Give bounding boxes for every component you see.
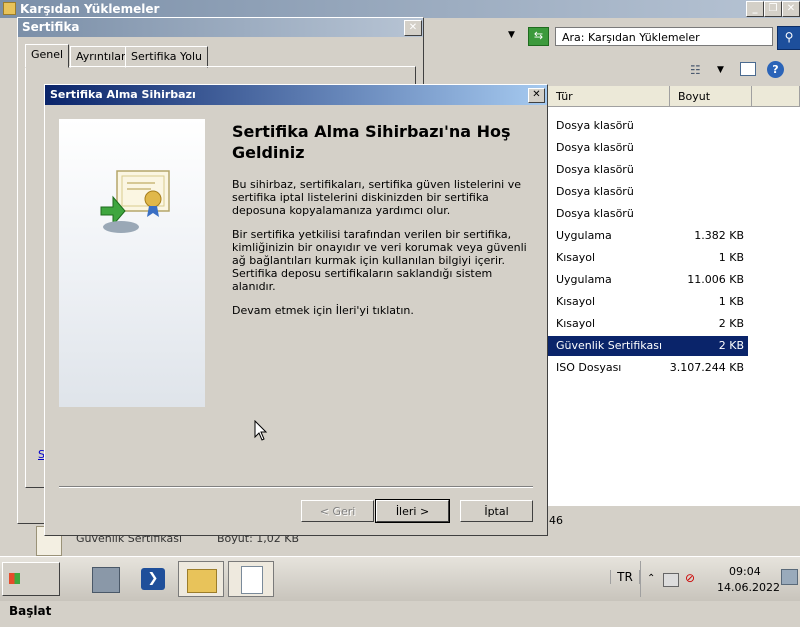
powershell-icon: ❯	[141, 568, 165, 590]
wizard-close-button[interactable]: ✕	[528, 88, 545, 103]
tab-genel[interactable]: Genel	[25, 44, 70, 68]
clock-date[interactable]: 14.06.2022	[717, 581, 780, 594]
file-type: Kısayol	[556, 295, 596, 308]
taskbar-powershell[interactable]: ❯	[130, 561, 176, 597]
windows-logo-icon	[9, 573, 20, 584]
file-size: 11.006 KB	[687, 273, 744, 286]
taskbar: Başlat ❯ TR ⌃ ⊘ 09:04 14.06.2022	[0, 556, 800, 618]
file-type: Güvenlik Sertifikası	[556, 339, 662, 352]
status-count-fragment: 46	[549, 514, 563, 527]
certificate-title: Sertifika	[22, 20, 80, 34]
wizard-title-bar[interactable]: Sertifika Alma Sihirbazı ✕	[45, 85, 547, 105]
server-manager-icon	[92, 567, 120, 593]
clock-time[interactable]: 09:04	[729, 565, 761, 578]
folder-icon	[3, 2, 16, 15]
file-row[interactable]: Dosya klasörü	[548, 138, 748, 158]
file-type: Kısayol	[556, 317, 596, 330]
tab-ayrintilar[interactable]: Ayrıntılar	[70, 46, 132, 68]
file-type: Dosya klasörü	[556, 141, 634, 154]
explorer-title: Karşıdan Yüklemeler	[20, 2, 160, 16]
start-label: Başlat	[9, 604, 52, 618]
wizard-separator	[59, 486, 533, 488]
wizard-heading: Sertifika Alma Sihirbazı'na Hoş Geldiniz	[232, 122, 511, 162]
wizard-title: Sertifika Alma Sihirbazı	[50, 88, 196, 101]
taskbar-server-manager[interactable]	[82, 561, 128, 597]
explorer-title-bar[interactable]: Karşıdan Yüklemeler _ ❐ ✕	[0, 0, 800, 18]
file-type: ISO Dosyası	[556, 361, 622, 374]
refresh-icon[interactable]: ⇆	[528, 27, 549, 46]
file-row[interactable]: Kısayol 1 KB	[548, 248, 748, 268]
cancel-button[interactable]: İptal	[460, 500, 533, 522]
preview-pane-icon[interactable]	[740, 62, 756, 76]
import-wizard-dialog: Sertifika Alma Sihirbazı ✕ Sertifika Alm…	[44, 84, 548, 536]
wizard-paragraph-1: Bu sihirbaz, sertifikaları, sertifika gü…	[232, 178, 522, 217]
file-row[interactable]: Uygulama 11.006 KB	[548, 270, 748, 290]
next-button[interactable]: İleri >	[375, 499, 450, 523]
volume-muted-icon[interactable]: ⊘	[685, 571, 695, 585]
column-header-size[interactable]: Boyut	[670, 86, 752, 107]
help-icon[interactable]: ?	[767, 61, 784, 78]
back-button[interactable]: < Geri	[301, 500, 374, 522]
restore-button[interactable]: ❐	[764, 1, 782, 17]
file-list[interactable]: Tür Boyut Dosya klasörü Dosya klasörü Dosy…	[548, 86, 800, 506]
column-header-empty[interactable]	[752, 86, 800, 107]
file-type: Uygulama	[556, 273, 612, 286]
file-size: 2 KB	[718, 339, 744, 352]
wizard-paragraph-3: Devam etmek için İleri'yi tıklatın.	[232, 304, 414, 317]
wizard-paragraph-2: Bir sertifika yetkilisi tarafından veril…	[232, 228, 527, 293]
file-row[interactable]: Dosya klasörü	[548, 182, 748, 202]
column-header-type[interactable]: Tür	[548, 86, 670, 107]
file-type: Dosya klasörü	[556, 163, 634, 176]
mouse-cursor-icon	[254, 420, 268, 441]
taskbar-explorer[interactable]	[178, 561, 224, 597]
certificate-close-button[interactable]: ✕	[404, 20, 422, 36]
search-input[interactable]: Ara: Karşıdan Yüklemeler	[555, 27, 773, 46]
file-type: Dosya klasörü	[556, 207, 634, 220]
search-icon[interactable]: ⚲	[777, 26, 800, 50]
file-type: Uygulama	[556, 229, 612, 242]
view-options-icon[interactable]: ☷	[690, 63, 701, 77]
network-icon[interactable]	[663, 573, 679, 587]
explorer-folder-icon	[187, 569, 217, 593]
close-button[interactable]: ✕	[782, 1, 800, 17]
taskbar-document[interactable]	[228, 561, 274, 597]
file-row[interactable]: ISO Dosyası 3.107.244 KB	[548, 358, 748, 378]
view-dropdown-icon[interactable]: ▼	[717, 65, 724, 75]
file-row[interactable]: Uygulama 1.382 KB	[548, 226, 748, 246]
file-row[interactable]: Dosya klasörü	[548, 160, 748, 180]
certificate-import-icon	[100, 170, 170, 233]
file-size: 1 KB	[718, 295, 744, 308]
file-type: Dosya klasörü	[556, 185, 634, 198]
certificate-title-bar[interactable]: Sertifika ✕	[18, 18, 423, 37]
file-size: 3.107.244 KB	[669, 361, 744, 374]
wizard-banner	[59, 119, 205, 407]
file-size: 1.382 KB	[694, 229, 744, 242]
file-row[interactable]: Dosya klasörü	[548, 116, 748, 136]
file-row[interactable]: Kısayol 2 KB	[548, 314, 748, 334]
language-indicator[interactable]: TR	[610, 570, 640, 584]
file-row[interactable]: Güvenlik Sertifikası 2 KB	[548, 336, 748, 356]
file-size: 1 KB	[718, 251, 744, 264]
start-button[interactable]: Başlat	[2, 562, 60, 618]
dropdown-arrow-icon[interactable]: ▼	[508, 30, 515, 40]
file-size: 2 KB	[718, 317, 744, 330]
file-row[interactable]: Dosya klasörü	[548, 204, 748, 224]
show-hidden-icons-icon[interactable]: ⌃	[647, 573, 655, 584]
tab-sertifika-yolu[interactable]: Sertifika Yolu	[125, 46, 209, 68]
minimize-button[interactable]: _	[746, 1, 764, 17]
file-row[interactable]: Kısayol 1 KB	[548, 292, 748, 312]
file-type: Dosya klasörü	[556, 119, 634, 132]
system-tray: ⌃ ⊘ 09:04 14.06.2022	[640, 561, 800, 597]
file-type: Kısayol	[556, 251, 596, 264]
document-icon	[241, 566, 263, 594]
show-desktop-icon[interactable]	[781, 569, 798, 585]
